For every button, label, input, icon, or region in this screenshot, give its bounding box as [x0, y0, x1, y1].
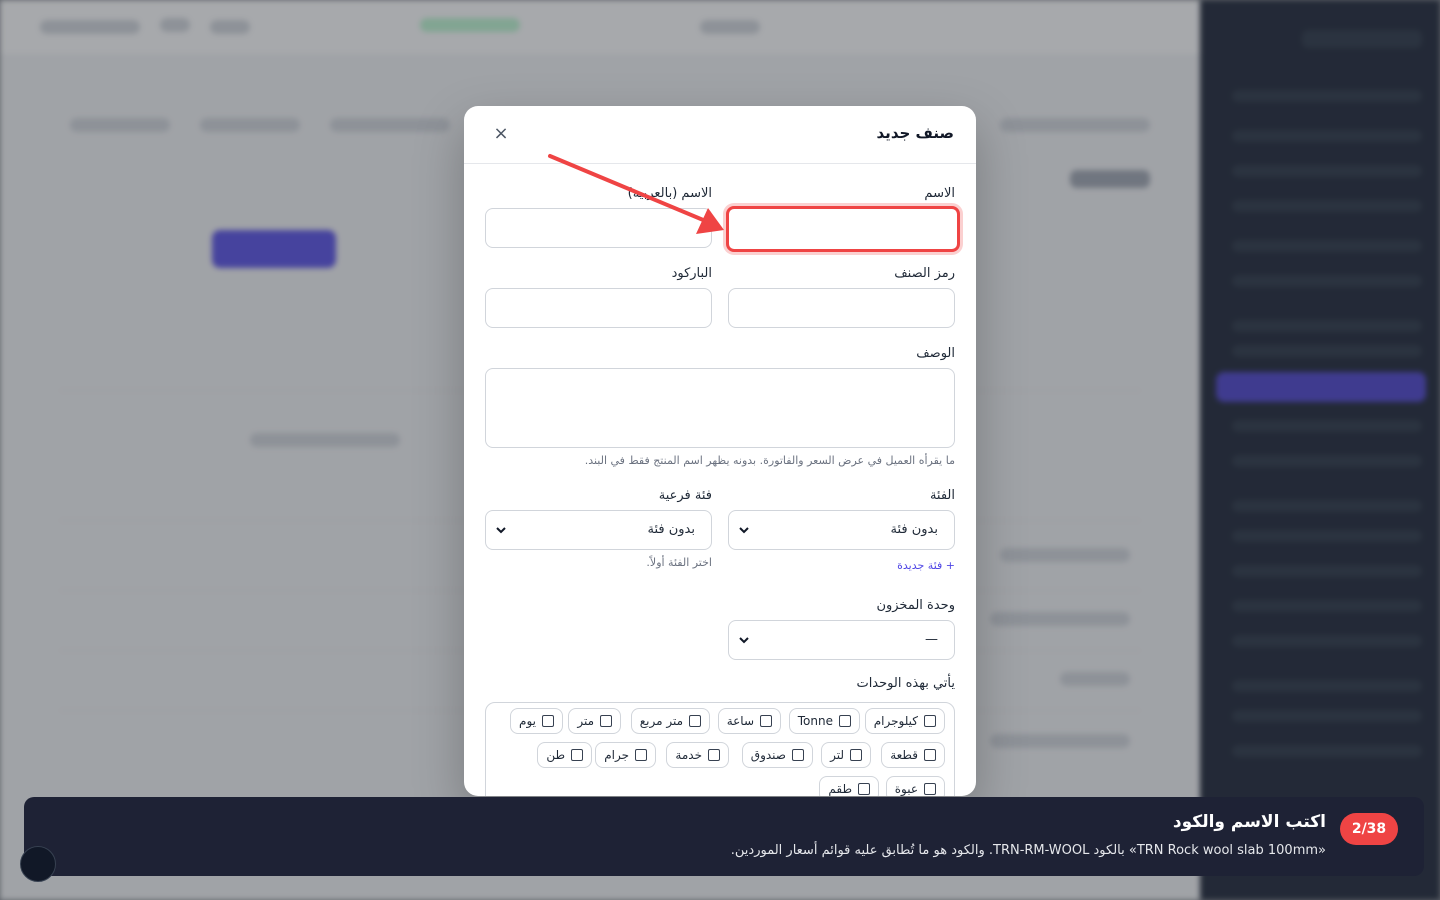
- unit-label: طقم: [828, 782, 852, 796]
- barcode-label: الباركود: [671, 266, 712, 281]
- unit-checkbox[interactable]: [600, 715, 612, 727]
- unit-checkbox[interactable]: [708, 749, 720, 761]
- unit-label: خدمة: [675, 748, 702, 762]
- tour-description: «TRN Rock wool slab 100mm» بالكود TRN-RM…: [730, 843, 1326, 858]
- unit-label: يوم: [519, 714, 536, 728]
- tour-step-badge: 2/38: [1340, 813, 1398, 845]
- dialog-title: صنف جديد: [876, 124, 954, 142]
- unit-checkbox[interactable]: [571, 749, 583, 761]
- unit-label: متر: [577, 714, 594, 728]
- unit-checkbox[interactable]: [924, 783, 936, 795]
- subcategory-select[interactable]: بدون فئة: [485, 510, 712, 550]
- name-label: الاسم: [924, 186, 955, 201]
- unit-option[interactable]: عبوة: [885, 776, 945, 796]
- subcategory-value: بدون فئة: [647, 522, 695, 537]
- unit-label: صندوق: [750, 748, 786, 762]
- unit-checkbox[interactable]: [850, 749, 862, 761]
- unit-label: جرام: [604, 748, 629, 762]
- unit-checkbox[interactable]: [839, 715, 851, 727]
- unit-option[interactable]: خدمة: [666, 742, 729, 768]
- subcategory-label: فئة فرعية: [658, 488, 712, 503]
- unit-option[interactable]: قطعة: [881, 742, 945, 768]
- unit-option[interactable]: جرام: [595, 742, 656, 768]
- unit-label: ساعة: [726, 714, 754, 728]
- unit-option[interactable]: صندوق: [741, 742, 813, 768]
- unit-label: لتر: [830, 748, 844, 762]
- unit-checkbox[interactable]: [542, 715, 554, 727]
- unit-checkbox[interactable]: [689, 715, 701, 727]
- unit-label: قطعة: [890, 748, 918, 762]
- unit-checkbox[interactable]: [924, 715, 936, 727]
- close-icon[interactable]: ×: [490, 123, 512, 145]
- unit-option[interactable]: متر: [568, 708, 621, 734]
- unit-option[interactable]: Tonne: [788, 708, 860, 734]
- description-hint: ما يقرأه العميل في عرض السعر والفاتورة. …: [584, 454, 955, 467]
- unit-label: متر مربع: [639, 714, 683, 728]
- help-button[interactable]: [20, 846, 56, 882]
- unit-option[interactable]: يوم: [510, 708, 563, 734]
- sku-input[interactable]: [728, 288, 955, 328]
- unit-label: طن: [546, 748, 565, 762]
- tour-title: اكتب الاسم والكود: [1172, 812, 1326, 832]
- chevron-down-icon: [739, 527, 749, 534]
- unit-option[interactable]: طقم: [819, 776, 879, 796]
- stock-unit-label: وحدة المخزون: [876, 598, 955, 613]
- category-label: الفئة: [929, 488, 955, 503]
- description-textarea[interactable]: [485, 368, 955, 448]
- unit-checkbox[interactable]: [635, 749, 647, 761]
- chevron-down-icon: [739, 637, 749, 644]
- category-select[interactable]: بدون فئة: [728, 510, 955, 550]
- unit-checkbox[interactable]: [792, 749, 804, 761]
- unit-option[interactable]: متر مربع: [630, 708, 710, 734]
- annotation-arrow-icon: [548, 154, 724, 234]
- sku-label: رمز الصنف: [894, 266, 955, 281]
- stock-unit-select[interactable]: —: [728, 620, 955, 660]
- description-label: الوصف: [916, 346, 955, 361]
- units-label: يأتي بهذه الوحدات: [856, 676, 955, 691]
- subcategory-hint: اختر الفئة أولاً.: [646, 556, 712, 569]
- unit-checkbox[interactable]: [858, 783, 870, 795]
- unit-checkbox[interactable]: [924, 749, 936, 761]
- unit-option[interactable]: ساعة: [717, 708, 781, 734]
- new-category-link[interactable]: + فئة جديدة: [897, 559, 955, 572]
- barcode-input[interactable]: [485, 288, 712, 328]
- unit-option[interactable]: لتر: [821, 742, 871, 768]
- unit-label: عبوة: [894, 782, 918, 796]
- unit-checkbox[interactable]: [760, 715, 772, 727]
- category-value: بدون فئة: [890, 522, 938, 537]
- name-input[interactable]: [726, 206, 960, 252]
- stock-unit-value: —: [925, 632, 938, 647]
- unit-label: Tonne: [797, 714, 833, 728]
- tour-bar: 2/38 اكتب الاسم والكود «TRN Rock wool sl…: [24, 797, 1424, 876]
- unit-option[interactable]: طن: [537, 742, 592, 768]
- unit-label: كيلوجرام: [873, 714, 918, 728]
- chevron-down-icon: [496, 527, 506, 534]
- unit-option[interactable]: كيلوجرام: [864, 708, 945, 734]
